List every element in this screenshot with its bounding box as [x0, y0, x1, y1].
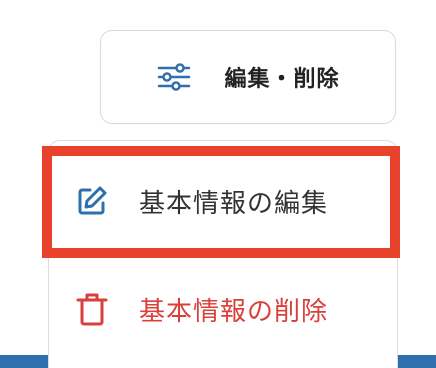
menu-item-label: 基本情報の編集 [139, 188, 329, 219]
menu-item-edit-basic-info[interactable]: 基本情報の編集 [49, 147, 399, 255]
edit-delete-label: 編集・削除 [224, 67, 340, 92]
menu-item-delete-basic-info[interactable]: 基本情報の削除 [49, 255, 399, 363]
sliders-icon [156, 62, 192, 92]
menu-item-label: 基本情報の削除 [139, 296, 329, 327]
edit-delete-menu-button[interactable]: 編集・削除 [100, 30, 396, 124]
edit-icon [75, 184, 109, 218]
trash-icon [75, 292, 109, 326]
dropdown-menu: 基本情報の編集 基本情報の削除 [48, 140, 398, 368]
